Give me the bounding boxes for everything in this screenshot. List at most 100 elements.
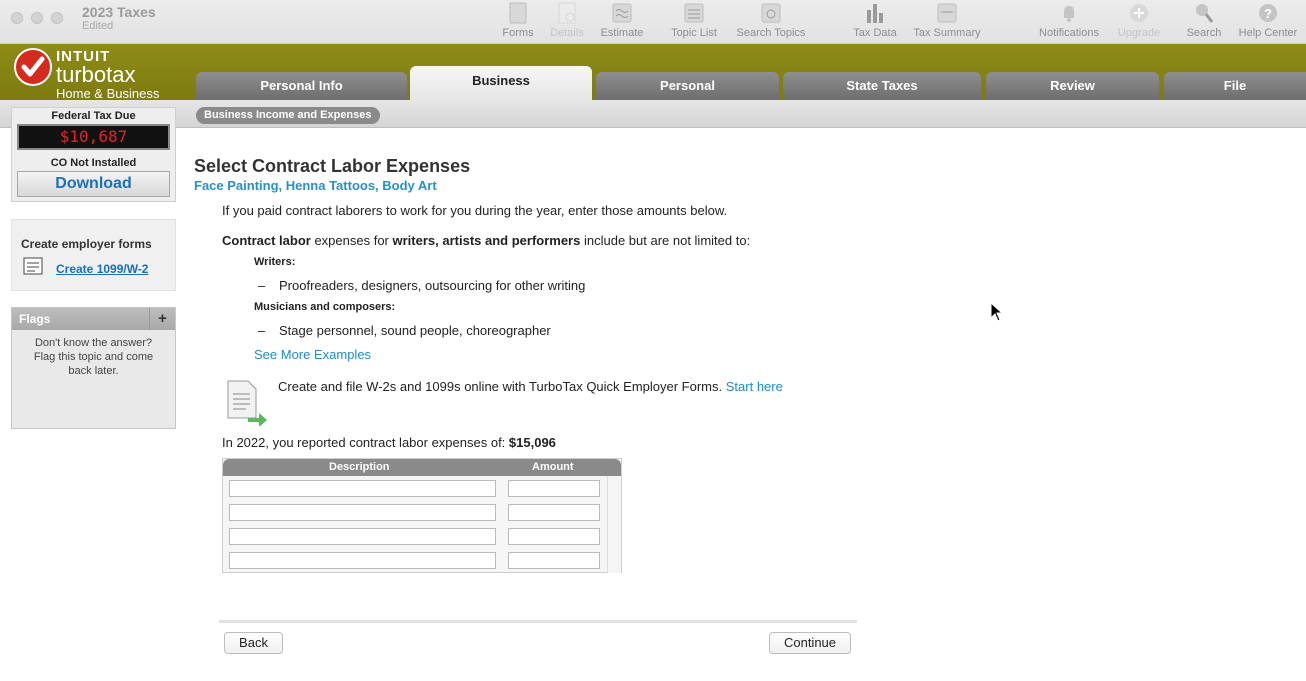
- search-topics-icon: [761, 3, 781, 23]
- flags-help-text: Don't know the answer? Flag this topic a…: [33, 337, 154, 377]
- toolbar-label: Topic List: [671, 27, 717, 39]
- bell-icon: [1064, 6, 1074, 22]
- description-text: Contract labor expenses for writers, art…: [222, 233, 750, 248]
- toolbar-label: Tax Data: [853, 27, 897, 39]
- page-subtitle: Face Painting, Henna Tattoos, Body Art: [194, 178, 437, 193]
- flags-panel: Flags + Don't know the answer? Flag this…: [11, 307, 176, 429]
- svg-text:?: ?: [1264, 6, 1272, 21]
- musicians-item: Stage personnel, sound people, choreogra…: [279, 323, 551, 338]
- musicians-label: Musicians and composers:: [254, 301, 396, 313]
- description-input[interactable]: [229, 528, 496, 545]
- tab-business[interactable]: Business: [410, 66, 592, 100]
- writers-item: Proofreaders, designers, outsourcing for…: [279, 278, 586, 293]
- column-header-description: Description: [329, 461, 390, 473]
- prior-year-text: In 2022, you reported contract labor exp…: [222, 435, 556, 450]
- description-bold-2: writers, artists and performers: [392, 233, 581, 248]
- create-1099-link[interactable]: Create 1099/W-2: [56, 262, 148, 276]
- amount-input[interactable]: [508, 552, 600, 569]
- app-header: INTUIT turbotax Home & Business Personal…: [0, 44, 1306, 101]
- description-bold-1: Contract labor: [222, 233, 311, 248]
- toolbar-label: Estimate: [600, 27, 644, 39]
- upgrade-icon: [1130, 4, 1148, 22]
- topic-list-icon: [684, 3, 704, 23]
- toolbar-label: Search Topics: [736, 27, 806, 39]
- description-part-1: expenses for: [310, 233, 393, 248]
- amount-input[interactable]: [508, 504, 600, 521]
- federal-tax-due-label: Federal Tax Due: [51, 110, 136, 122]
- toolbar-label: Details: [550, 27, 584, 39]
- toolbar-forms[interactable]: Forms: [498, 2, 538, 39]
- continue-button[interactable]: Continue: [769, 632, 851, 654]
- mouse-pointer-icon: [990, 302, 1004, 322]
- amount-input[interactable]: [508, 480, 600, 497]
- tax-due-panel: Federal Tax Due $10,687 CO Not Installed…: [11, 107, 176, 202]
- tab-personal-info[interactable]: Personal Info: [196, 72, 407, 100]
- tab-state-taxes[interactable]: State Taxes: [783, 72, 981, 100]
- toolbar-estimate[interactable]: Estimate: [596, 2, 648, 39]
- list-bullet: –: [258, 278, 266, 293]
- search-icon: [1196, 4, 1214, 23]
- zoom-window-button[interactable]: [51, 12, 63, 24]
- flags-title: Flags: [19, 312, 51, 326]
- start-here-link[interactable]: Start here: [726, 379, 783, 394]
- flags-header: Flags +: [12, 308, 175, 330]
- employer-forms-heading: Create employer forms: [21, 237, 152, 251]
- tab-file[interactable]: File: [1164, 72, 1306, 100]
- toolbar-search[interactable]: Search: [1182, 2, 1226, 39]
- toolbar-label: Notifications: [1039, 27, 1099, 39]
- toolbar-tax-data[interactable]: Tax Data: [848, 2, 902, 39]
- brand-product: turbotax: [56, 62, 136, 87]
- tax-summary-icon: [937, 3, 957, 23]
- prior-year-amount: $15,096: [508, 435, 556, 450]
- breadcrumb[interactable]: Business Income and Expenses: [196, 107, 380, 124]
- tab-review[interactable]: Review: [986, 72, 1159, 100]
- document-arrow-icon: [227, 380, 267, 426]
- toolbar-search-topics[interactable]: Search Topics: [730, 2, 812, 39]
- toolbar-details[interactable]: Details: [546, 2, 588, 39]
- download-button[interactable]: Download: [17, 171, 170, 197]
- description-input[interactable]: [229, 552, 496, 569]
- tax-data-icon: [867, 4, 883, 23]
- back-button[interactable]: Back: [224, 632, 283, 654]
- brand-edition: Home & Business: [56, 86, 160, 101]
- section-bar: Business Income and Expenses: [0, 100, 1306, 128]
- federal-tax-due-value: $10,687: [17, 124, 170, 150]
- prior-year-label: In 2022, you reported contract labor exp…: [222, 435, 506, 450]
- window-title: 2023 Taxes: [82, 4, 156, 20]
- employer-forms-icon: [23, 257, 43, 275]
- employer-forms-promo-text: Create and file W-2s and 1099s online wi…: [278, 379, 723, 394]
- toolbar-tax-summary[interactable]: Tax Summary: [908, 2, 986, 39]
- checkmark-icon: [14, 48, 52, 86]
- window-subtitle: Edited: [82, 20, 114, 32]
- tab-personal[interactable]: Personal: [596, 72, 779, 100]
- close-window-button[interactable]: [11, 12, 23, 24]
- title-bar: 2023 Taxes Edited Forms Details Estimate…: [0, 0, 1306, 44]
- minimize-window-button[interactable]: [31, 12, 43, 24]
- toolbar-label: Help Center: [1238, 27, 1298, 39]
- intro-text: If you paid contract laborers to work fo…: [222, 203, 728, 218]
- description-input[interactable]: [229, 504, 496, 521]
- writers-label: Writers:: [254, 256, 296, 268]
- toolbar-label: Forms: [502, 27, 534, 39]
- see-more-examples-link[interactable]: See More Examples: [254, 347, 371, 362]
- column-header-amount: Amount: [532, 461, 574, 473]
- employer-forms-panel: Create employer forms Create 1099/W-2: [11, 219, 176, 291]
- toolbar-label: Upgrade: [1117, 27, 1161, 39]
- add-flag-button[interactable]: +: [149, 308, 175, 330]
- toolbar-notifications[interactable]: Notifications: [1032, 2, 1106, 39]
- state-status-label: CO Not Installed: [50, 157, 137, 169]
- details-icon: [558, 2, 576, 24]
- toolbar-topic-list[interactable]: Topic List: [666, 2, 722, 39]
- toolbar-help-center[interactable]: ? Help Center: [1234, 2, 1302, 39]
- description-input[interactable]: [229, 480, 496, 497]
- help-icon: ?: [1259, 4, 1277, 22]
- footer-divider: [219, 620, 857, 623]
- forms-icon: [509, 2, 527, 24]
- toolbar-upgrade[interactable]: Upgrade: [1112, 2, 1166, 39]
- toolbar-label: Tax Summary: [913, 27, 981, 39]
- description-part-2: include but are not limited to:: [580, 233, 751, 248]
- amount-input[interactable]: [508, 528, 600, 545]
- estimate-icon: [612, 3, 632, 23]
- contract-labor-table: Description Amount: [222, 458, 622, 573]
- table-scrollbar[interactable]: [607, 476, 621, 573]
